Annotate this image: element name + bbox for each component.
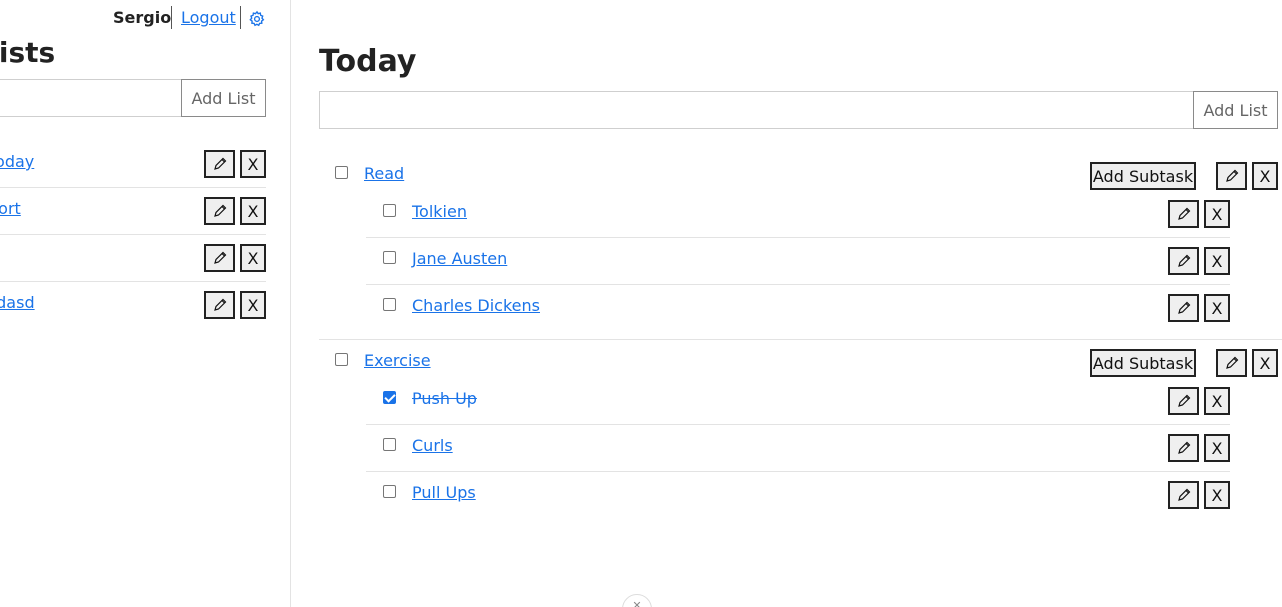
task-exercise[interactable]: Exercise [364, 351, 431, 370]
delete-subtask-button[interactable]: X [1204, 294, 1230, 322]
subtask-checkbox[interactable] [383, 438, 396, 451]
edit-subtask-button[interactable] [1168, 200, 1199, 228]
edit-subtask-button[interactable] [1168, 387, 1199, 415]
divider [366, 424, 1230, 425]
delete-subtask-button[interactable]: X [1204, 387, 1230, 415]
pencil-icon [213, 204, 226, 217]
subtask-tolkien[interactable]: Tolkien [412, 202, 467, 221]
edit-list-button[interactable] [204, 197, 235, 225]
delete-list-button[interactable]: X [240, 197, 266, 225]
pencil-icon [1177, 301, 1190, 314]
pencil-icon [1225, 356, 1238, 369]
divider [171, 6, 172, 29]
lists-sidebar: Sergio Logout Lists Add List Today X Sor… [0, 0, 291, 607]
subtask-charles-dickens[interactable]: Charles Dickens [412, 296, 540, 315]
edit-subtask-button[interactable] [1168, 294, 1199, 322]
subtask-checkbox[interactable] [383, 251, 396, 264]
pencil-icon [1177, 488, 1190, 501]
subtask-checkbox[interactable] [383, 298, 396, 311]
close-icon[interactable]: ✕ [622, 594, 652, 607]
pencil-icon [1177, 441, 1190, 454]
delete-subtask-button[interactable]: X [1204, 247, 1230, 275]
new-task-input[interactable] [319, 91, 1194, 129]
edit-list-button[interactable] [204, 150, 235, 178]
delete-task-button[interactable]: X [1252, 349, 1278, 377]
edit-subtask-button[interactable] [1168, 434, 1199, 462]
task-checkbox[interactable] [335, 353, 348, 366]
pencil-icon [213, 157, 226, 170]
divider [240, 6, 241, 29]
subtask-curls[interactable]: Curls [412, 436, 453, 455]
pencil-icon [213, 251, 226, 264]
pencil-icon [1225, 169, 1238, 182]
divider [0, 234, 266, 235]
add-subtask-button[interactable]: Add Subtask [1090, 162, 1196, 190]
pencil-icon [1177, 207, 1190, 220]
edit-subtask-button[interactable] [1168, 481, 1199, 509]
delete-task-button[interactable]: X [1252, 162, 1278, 190]
task-read[interactable]: Read [364, 164, 404, 183]
pencil-icon [1177, 254, 1190, 267]
divider [0, 281, 266, 282]
add-task-button[interactable]: Add List [1193, 91, 1278, 129]
edit-list-button[interactable] [204, 244, 235, 272]
subtask-checkbox[interactable] [383, 485, 396, 498]
sidebar-item-today[interactable]: Today [0, 152, 34, 171]
task-checkbox[interactable] [335, 166, 348, 179]
edit-task-button[interactable] [1216, 349, 1247, 377]
add-subtask-button[interactable]: Add Subtask [1090, 349, 1196, 377]
user-name: Sergio [113, 8, 172, 27]
edit-list-button[interactable] [204, 291, 235, 319]
delete-list-button[interactable]: X [240, 291, 266, 319]
subtask-checkbox[interactable] [383, 204, 396, 217]
sidebar-item-sort[interactable]: Sort [0, 199, 21, 218]
delete-list-button[interactable]: X [240, 244, 266, 272]
delete-list-button[interactable]: X [240, 150, 266, 178]
page-title: Today [319, 44, 417, 79]
delete-subtask-button[interactable]: X [1204, 200, 1230, 228]
add-list-button[interactable]: Add List [181, 79, 266, 117]
edit-subtask-button[interactable] [1168, 247, 1199, 275]
divider [366, 284, 1230, 285]
divider [366, 237, 1230, 238]
subtask-push-up[interactable]: Push Up [412, 389, 477, 408]
divider [0, 187, 266, 188]
pencil-icon [213, 298, 226, 311]
divider [319, 339, 1282, 340]
subtask-jane-austen[interactable]: Jane Austen [412, 249, 507, 268]
sidebar-item-asdasd[interactable]: asdasd [0, 293, 35, 312]
delete-subtask-button[interactable]: X [1204, 434, 1230, 462]
edit-task-button[interactable] [1216, 162, 1247, 190]
subtask-pull-ups[interactable]: Pull Ups [412, 483, 476, 502]
gear-icon[interactable] [248, 10, 266, 28]
sidebar-title: Lists [0, 36, 56, 69]
divider [366, 471, 1230, 472]
new-list-input[interactable] [0, 79, 182, 117]
logout-link[interactable]: Logout [181, 8, 236, 27]
pencil-icon [1177, 394, 1190, 407]
delete-subtask-button[interactable]: X [1204, 481, 1230, 509]
subtask-checkbox-checked[interactable] [383, 391, 396, 404]
